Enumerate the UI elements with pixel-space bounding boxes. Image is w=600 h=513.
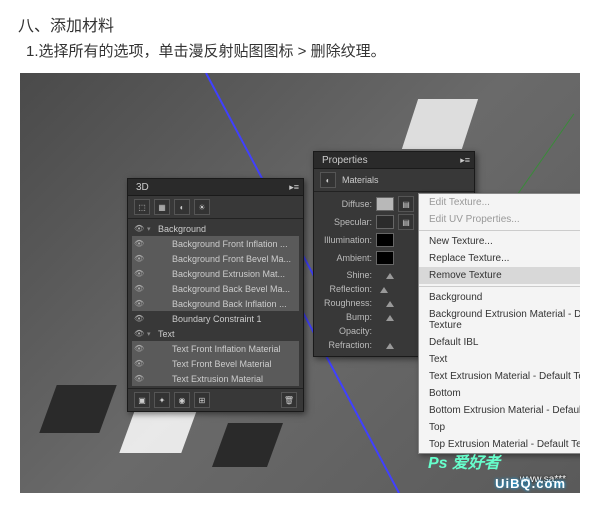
visibility-eye-icon[interactable]: 👁 (134, 329, 144, 338)
specular-label: Specular: (320, 217, 372, 227)
panel-header[interactable]: Properties ▸≡ (314, 152, 474, 169)
text3d-shadow (39, 385, 116, 433)
visibility-eye-icon[interactable]: 👁 (134, 374, 144, 383)
panel-menu-icon[interactable]: ▸≡ (285, 182, 303, 193)
menu-item[interactable]: Bottom Extrusion Material - Default Text… (419, 402, 580, 419)
trash-icon[interactable]: 🗑 (281, 392, 297, 408)
visibility-eye-icon[interactable]: 👁 (134, 359, 144, 368)
shine-label: Shine: (320, 270, 372, 280)
layer-label: Background Extrusion Mat... (158, 269, 297, 279)
layer-row[interactable]: 👁▾Background (132, 221, 299, 236)
refraction-label: Refraction: (320, 340, 372, 350)
diffuse-swatch[interactable] (376, 197, 394, 211)
layer-label: Background (158, 224, 297, 234)
layer-label: Text (158, 329, 297, 339)
layer-row[interactable]: 👁▾Text (132, 326, 299, 341)
instruction-text: 1.选择所有的选项，单击漫反射贴图图标 > 删除纹理。 (0, 40, 600, 73)
panel-3d[interactable]: 3D ▸≡ ⬚ ▦ ◐ ☀ 👁▾Background👁Background Fr… (127, 178, 304, 412)
panel-title: Properties (314, 153, 376, 168)
visibility-eye-icon[interactable]: 👁 (134, 344, 144, 353)
section-heading: 八、添加材料 (0, 0, 600, 40)
light-icon[interactable]: ✦ (154, 392, 170, 408)
menu-item[interactable]: Background Extrusion Material - Default … (419, 306, 580, 334)
layer-label: Text Extrusion Material (158, 374, 297, 384)
illumination-label: Illumination: (320, 235, 372, 245)
layer-row[interactable]: 👁 Text Front Inflation Material (132, 341, 299, 356)
twist-icon[interactable]: ▾ (147, 330, 155, 338)
menu-item: Edit Texture... (419, 194, 580, 211)
layer-row[interactable]: 👁 Background Back Inflation ... (132, 296, 299, 311)
illumination-swatch[interactable] (376, 233, 394, 247)
visibility-eye-icon[interactable]: 👁 (134, 284, 144, 293)
menu-separator (419, 230, 580, 231)
twist-icon[interactable]: ▾ (147, 225, 155, 233)
menu-item: Edit UV Properties... (419, 211, 580, 228)
layer-row[interactable]: 👁 Background Front Inflation ... (132, 236, 299, 251)
layer-row[interactable]: 👁 Background Front Bevel Ma... (132, 251, 299, 266)
texture-context-menu[interactable]: Edit Texture...Edit UV Properties... New … (418, 193, 580, 454)
menu-item[interactable]: Remove Texture↖ (419, 267, 580, 284)
bump-label: Bump: (320, 312, 372, 322)
viewport-screenshot: 3D ▸≡ ⬚ ▦ ◐ ☀ 👁▾Background👁Background Fr… (20, 73, 580, 493)
text3d-shadow (119, 405, 198, 453)
menu-item[interactable]: Bottom (419, 385, 580, 402)
layer-tree: 👁▾Background👁Background Front Inflation … (128, 219, 303, 388)
panel-header[interactable]: 3D ▸≡ (128, 179, 303, 196)
visibility-eye-icon[interactable]: 👁 (134, 239, 144, 248)
diffuse-label: Diffuse: (320, 199, 372, 209)
reflection-label: Reflection: (320, 284, 372, 294)
properties-tabbar: ◐ Materials (314, 169, 474, 192)
menu-item[interactable]: Top (419, 419, 580, 436)
visibility-eye-icon[interactable]: 👁 (134, 269, 144, 278)
panel-menu-icon[interactable]: ▸≡ (456, 155, 474, 166)
panel-toolbar: ⬚ ▦ ◐ ☀ (128, 196, 303, 219)
ambient-swatch[interactable] (376, 251, 394, 265)
menu-item[interactable]: Background (419, 289, 580, 306)
materials-tab-label: Materials (342, 175, 379, 185)
visibility-eye-icon[interactable]: 👁 (134, 314, 144, 323)
uibq-watermark: UiBQ.com (495, 476, 566, 491)
layer-label: Boundary Constraint 1 (158, 314, 297, 324)
text3d-shadow (402, 99, 478, 149)
layer-label: Text Front Bevel Material (158, 359, 297, 369)
opacity-label: Opacity: (320, 326, 372, 336)
layer-label: Background Front Inflation ... (158, 239, 297, 249)
menu-separator (419, 286, 580, 287)
ambient-label: Ambient: (320, 253, 372, 263)
layer-label: Background Back Inflation ... (158, 299, 297, 309)
layer-row[interactable]: 👁 Background Extrusion Mat... (132, 266, 299, 281)
panel-title: 3D (128, 180, 157, 195)
layer-label: Text Front Inflation Material (158, 344, 297, 354)
filter-light-icon[interactable]: ☀ (194, 199, 210, 215)
menu-item[interactable]: Text (419, 351, 580, 368)
layer-row[interactable]: 👁 Text Front Bevel Material (132, 356, 299, 371)
menu-item[interactable]: Replace Texture... (419, 250, 580, 267)
panel-footer: ▣ ✦ ◉ ⊞ 🗑 (128, 388, 303, 411)
filter-whole-icon[interactable]: ⬚ (134, 199, 150, 215)
visibility-eye-icon[interactable]: 👁 (134, 254, 144, 263)
visibility-eye-icon[interactable]: 👁 (134, 224, 144, 233)
render-icon[interactable]: ▣ (134, 392, 150, 408)
diffuse-texture-icon[interactable]: ▤ (398, 196, 414, 212)
roughness-label: Roughness: (320, 298, 372, 308)
layer-label: Background Back Bevel Ma... (158, 284, 297, 294)
layer-label: Background Front Bevel Ma... (158, 254, 297, 264)
layer-row[interactable]: 👁 Text Extrusion Material (132, 371, 299, 386)
materials-tab-icon[interactable]: ◐ (320, 172, 336, 188)
watermark-logo: Ps 爱好者 (428, 449, 500, 473)
filter-material-icon[interactable]: ◐ (174, 199, 190, 215)
filter-mesh-icon[interactable]: ▦ (154, 199, 170, 215)
menu-item[interactable]: Text Extrusion Material - Default Textur… (419, 368, 580, 385)
menu-item[interactable]: Default IBL (419, 334, 580, 351)
layer-row[interactable]: 👁 Background Back Bevel Ma... (132, 281, 299, 296)
specular-swatch[interactable] (376, 215, 394, 229)
menu-item[interactable]: New Texture... (419, 233, 580, 250)
camera-icon[interactable]: ◉ (174, 392, 190, 408)
layer-row[interactable]: 👁 Boundary Constraint 1 (132, 311, 299, 326)
specular-texture-icon[interactable]: ▤ (398, 214, 414, 230)
text3d-shadow (212, 423, 283, 467)
visibility-eye-icon[interactable]: 👁 (134, 299, 144, 308)
new-icon[interactable]: ⊞ (194, 392, 210, 408)
